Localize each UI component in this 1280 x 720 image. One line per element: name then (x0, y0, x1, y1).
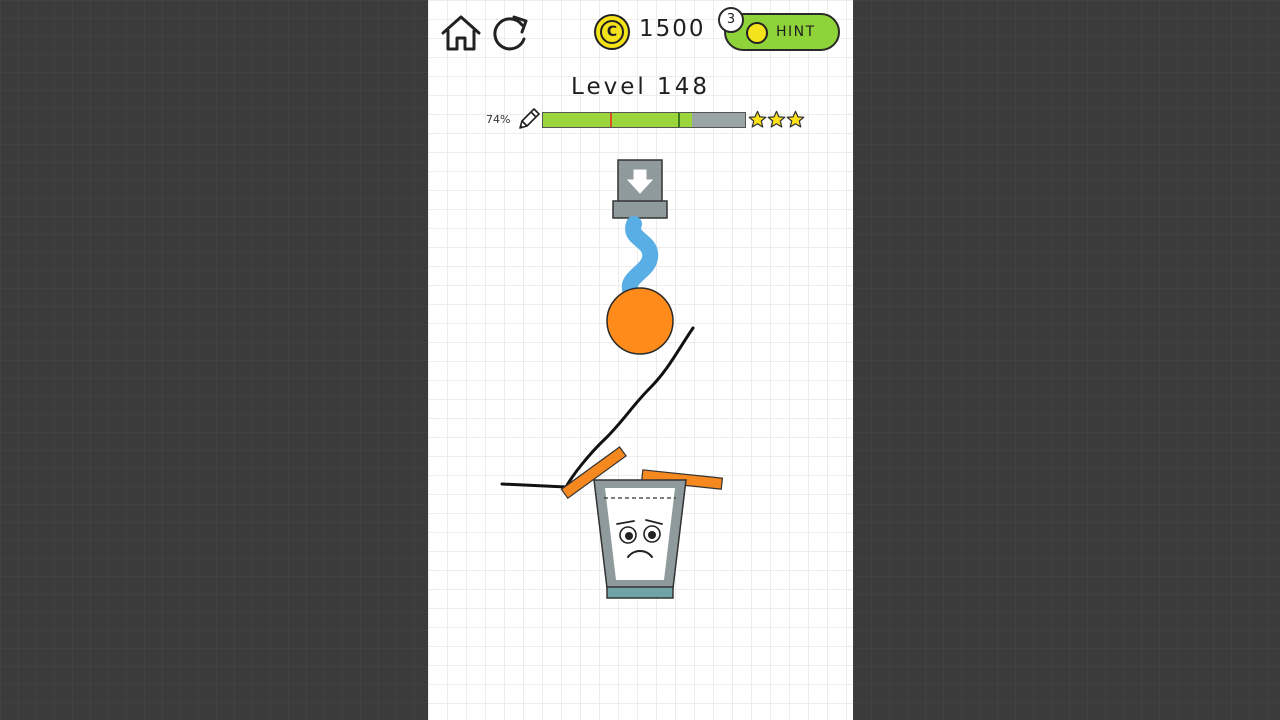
water-stream (621, 216, 659, 300)
orange-ball (606, 287, 674, 355)
game-screen[interactable]: C 1500 HINT 3 Level 148 74% (428, 0, 853, 720)
right-letterbox (853, 0, 1280, 720)
glass (593, 479, 687, 599)
puzzle-scene (500, 159, 724, 599)
left-letterbox (0, 0, 428, 720)
